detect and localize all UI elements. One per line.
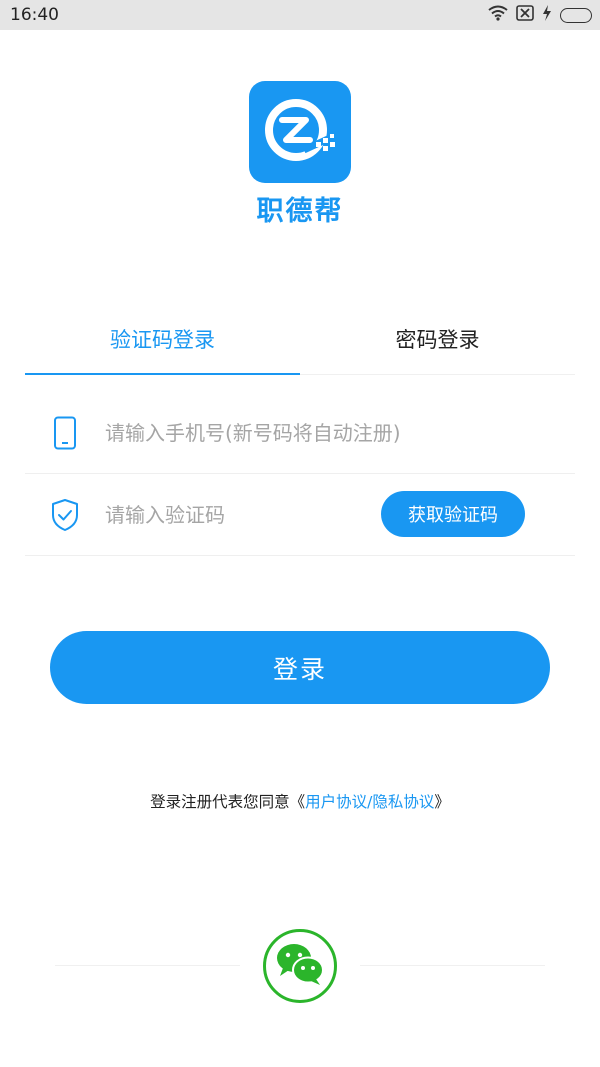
tab-password-login[interactable]: 密码登录 — [300, 305, 575, 373]
shield-check-icon — [25, 498, 105, 532]
divider-right — [360, 965, 545, 966]
battery-icon — [560, 7, 592, 23]
login-tabs: 验证码登录 密码登录 — [25, 305, 575, 375]
agreement-suffix: 》 — [434, 793, 450, 811]
get-code-button[interactable]: 获取验证码 — [381, 491, 525, 537]
login-button[interactable]: 登录 — [50, 631, 550, 704]
agreement-link[interactable]: 用户协议/隐私协议 — [305, 793, 434, 811]
wechat-icon — [274, 941, 326, 991]
wifi-icon — [488, 5, 508, 25]
third-party-login — [0, 925, 600, 1005]
phone-icon — [25, 416, 105, 450]
no-sim-icon — [516, 5, 534, 25]
app-logo: 职德帮 — [249, 81, 351, 228]
logo-icon — [249, 81, 351, 183]
agreement-text: 登录注册代表您同意《用户协议/隐私协议》 — [0, 790, 600, 812]
charging-icon — [542, 5, 552, 25]
divider-left — [55, 965, 240, 966]
agreement-prefix: 登录注册代表您同意《 — [150, 793, 306, 811]
status-bar: 16:40 — [0, 0, 600, 30]
status-icons — [488, 5, 592, 25]
status-time: 16:40 — [10, 5, 59, 25]
tab-sms-login[interactable]: 验证码登录 — [25, 305, 300, 373]
phone-input[interactable] — [105, 412, 555, 453]
wechat-login-button[interactable] — [263, 929, 337, 1003]
code-field-row: 获取验证码 — [25, 474, 575, 556]
brand-name: 职德帮 — [256, 196, 344, 227]
phone-field-row — [25, 392, 575, 474]
active-tab-indicator — [25, 373, 300, 375]
